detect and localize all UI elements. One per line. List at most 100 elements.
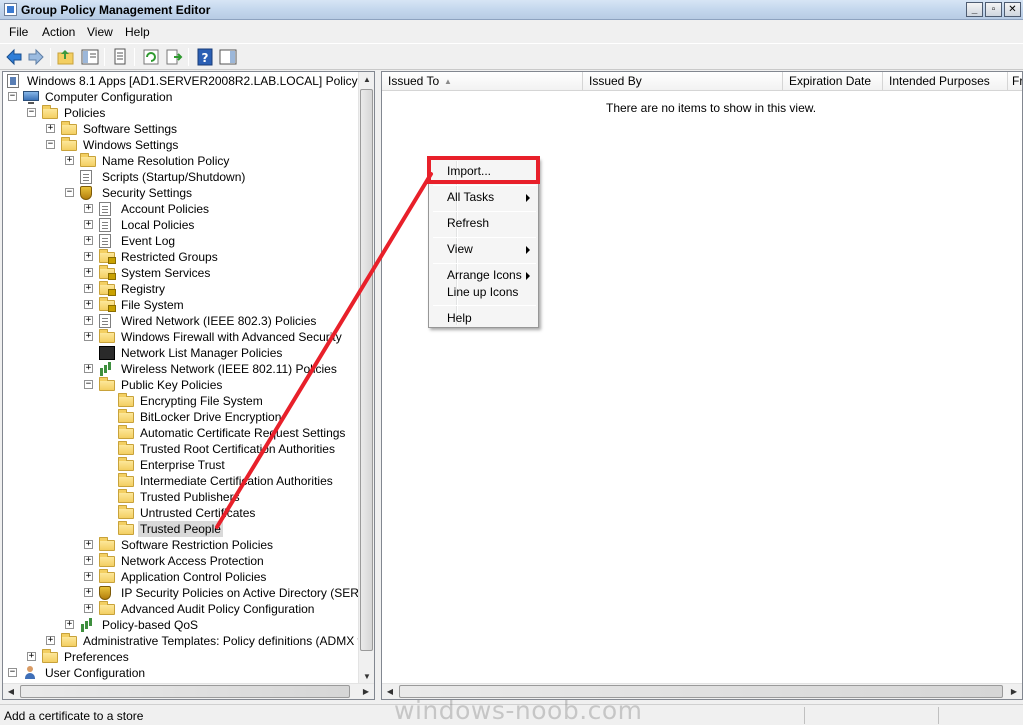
tree-item[interactable]: + Windows Firewall with Advanced Security (3, 329, 361, 345)
tree-item[interactable]: − Security Settings (3, 185, 361, 201)
expand-icon[interactable]: + (65, 620, 74, 629)
column-friendly-name[interactable]: Fr (1008, 72, 1022, 91)
collapse-icon[interactable]: − (27, 108, 36, 117)
expand-icon[interactable]: + (84, 556, 93, 565)
tree-item[interactable]: + Account Policies (3, 201, 361, 217)
expand-icon[interactable]: + (65, 156, 74, 165)
tree-item[interactable]: − Windows Settings (3, 137, 361, 153)
tree-item[interactable]: + Application Control Policies (3, 569, 361, 585)
scroll-right-arrow-icon[interactable]: ▶ (1006, 684, 1022, 699)
expand-icon[interactable]: + (27, 652, 36, 661)
properties-icon[interactable] (110, 47, 130, 67)
tree-item[interactable]: Windows 8.1 Apps [AD1.SERVER2008R2.LAB.L… (3, 73, 361, 89)
close-button[interactable]: ✕ (1004, 2, 1021, 17)
expand-icon[interactable]: + (84, 332, 93, 341)
tree-item[interactable]: Untrusted Certificates (3, 505, 361, 521)
menu-help[interactable]: Help (125, 25, 150, 39)
menu-file[interactable]: File (9, 25, 28, 39)
export-list-icon[interactable] (164, 47, 184, 67)
up-folder-icon[interactable] (56, 47, 76, 67)
collapse-icon[interactable]: − (8, 668, 17, 677)
tree-item[interactable]: + Network Access Protection (3, 553, 361, 569)
minimize-button[interactable]: _ (966, 2, 983, 17)
tree-item[interactable]: + Event Log (3, 233, 361, 249)
tree-item[interactable]: Scripts (Startup/Shutdown) (3, 169, 361, 185)
column-expiration-date[interactable]: Expiration Date (783, 72, 883, 91)
expand-icon[interactable]: + (84, 220, 93, 229)
tree-horizontal-scrollbar[interactable]: ◀ ▶ (3, 683, 374, 699)
menu-item-refresh[interactable]: Refresh (431, 214, 536, 233)
network-list-icon (99, 346, 115, 360)
tree-item[interactable]: + Administrative Templates: Policy defini… (3, 633, 361, 649)
expand-icon[interactable]: + (84, 540, 93, 549)
tree-item[interactable]: Trusted Root Certification Authorities (3, 441, 361, 457)
tree-item[interactable]: + Wired Network (IEEE 802.3) Policies (3, 313, 361, 329)
show-hide-console-tree-icon[interactable] (80, 47, 100, 67)
collapse-icon[interactable]: − (84, 380, 93, 389)
expand-icon[interactable]: + (84, 604, 93, 613)
refresh-icon[interactable] (141, 47, 161, 67)
menu-action[interactable]: Action (42, 25, 75, 39)
tree-item[interactable]: − Policies (3, 105, 361, 121)
tree-item[interactable]: − Computer Configuration (3, 89, 361, 105)
menu-item-all-tasks[interactable]: All Tasks (431, 188, 536, 207)
tree-item[interactable]: + Registry (3, 281, 361, 297)
tree-item[interactable]: + Wireless Network (IEEE 802.11) Policies (3, 361, 361, 377)
tree-item[interactable]: + System Services (3, 265, 361, 281)
scroll-thumb[interactable] (20, 685, 350, 698)
tree-item[interactable]: BitLocker Drive Encryption (3, 409, 361, 425)
forward-arrow-icon[interactable] (26, 47, 46, 67)
expand-icon[interactable]: + (46, 124, 55, 133)
expand-icon[interactable]: + (84, 268, 93, 277)
tree-item[interactable]: + Restricted Groups (3, 249, 361, 265)
expand-icon[interactable]: + (84, 284, 93, 293)
expand-icon[interactable]: + (84, 316, 93, 325)
column-intended-purposes[interactable]: Intended Purposes (883, 72, 1008, 91)
scroll-left-arrow-icon[interactable]: ◀ (3, 684, 19, 699)
menu-item-line-up-icons[interactable]: Line up Icons (431, 283, 536, 302)
collapse-icon[interactable]: − (8, 92, 17, 101)
tree-item[interactable]: + Local Policies (3, 217, 361, 233)
expand-icon[interactable]: + (84, 300, 93, 309)
tree-item[interactable]: + IP Security Policies on Active Director… (3, 585, 361, 601)
tree-item[interactable]: − User Configuration (3, 665, 361, 681)
tree-item[interactable]: − Public Key Policies (3, 377, 361, 393)
expand-icon[interactable]: + (46, 636, 55, 645)
expand-icon[interactable]: + (84, 364, 93, 373)
scroll-up-arrow-icon[interactable]: ▲ (359, 72, 374, 88)
help-icon[interactable]: ? (195, 47, 215, 67)
collapse-icon[interactable]: − (46, 140, 55, 149)
maximize-button[interactable]: ▫ (985, 2, 1002, 17)
expand-icon[interactable]: + (84, 252, 93, 261)
tree-item[interactable]: Intermediate Certification Authorities (3, 473, 361, 489)
tree-item[interactable]: Encrypting File System (3, 393, 361, 409)
console-tree[interactable]: Windows 8.1 Apps [AD1.SERVER2008R2.LAB.L… (2, 71, 375, 700)
menu-view[interactable]: View (87, 25, 113, 39)
scroll-thumb[interactable] (360, 89, 373, 651)
tree-item[interactable]: Enterprise Trust (3, 457, 361, 473)
tree-item[interactable]: + File System (3, 297, 361, 313)
show-action-pane-icon[interactable] (218, 47, 238, 67)
tree-item[interactable]: Trusted Publishers (3, 489, 361, 505)
collapse-icon[interactable]: − (65, 188, 74, 197)
expand-icon[interactable]: + (84, 204, 93, 213)
expand-icon[interactable]: + (84, 588, 93, 597)
tree-item[interactable]: + Name Resolution Policy (3, 153, 361, 169)
tree-vertical-scrollbar[interactable]: ▲ ▼ (358, 72, 374, 685)
tree-item[interactable]: Trusted People (3, 521, 361, 537)
menu-item-view[interactable]: View (431, 240, 536, 259)
column-issued-to[interactable]: Issued To ▲ (382, 72, 583, 91)
tree-item[interactable]: + Software Restriction Policies (3, 537, 361, 553)
tree-item[interactable]: + Policy-based QoS (3, 617, 361, 633)
expand-icon[interactable]: + (84, 236, 93, 245)
tree-item[interactable]: Network List Manager Policies (3, 345, 361, 361)
menu-item-help[interactable]: Help (431, 309, 536, 328)
tree-item[interactable]: + Software Settings (3, 121, 361, 137)
tree-item[interactable]: + Advanced Audit Policy Configuration (3, 601, 361, 617)
expand-icon[interactable]: + (84, 572, 93, 581)
column-issued-by[interactable]: Issued By (583, 72, 783, 91)
tree-item[interactable]: Automatic Certificate Request Settings (3, 425, 361, 441)
scroll-right-arrow-icon[interactable]: ▶ (358, 684, 374, 699)
tree-item[interactable]: + Preferences (3, 649, 361, 665)
back-arrow-icon[interactable] (4, 47, 24, 67)
